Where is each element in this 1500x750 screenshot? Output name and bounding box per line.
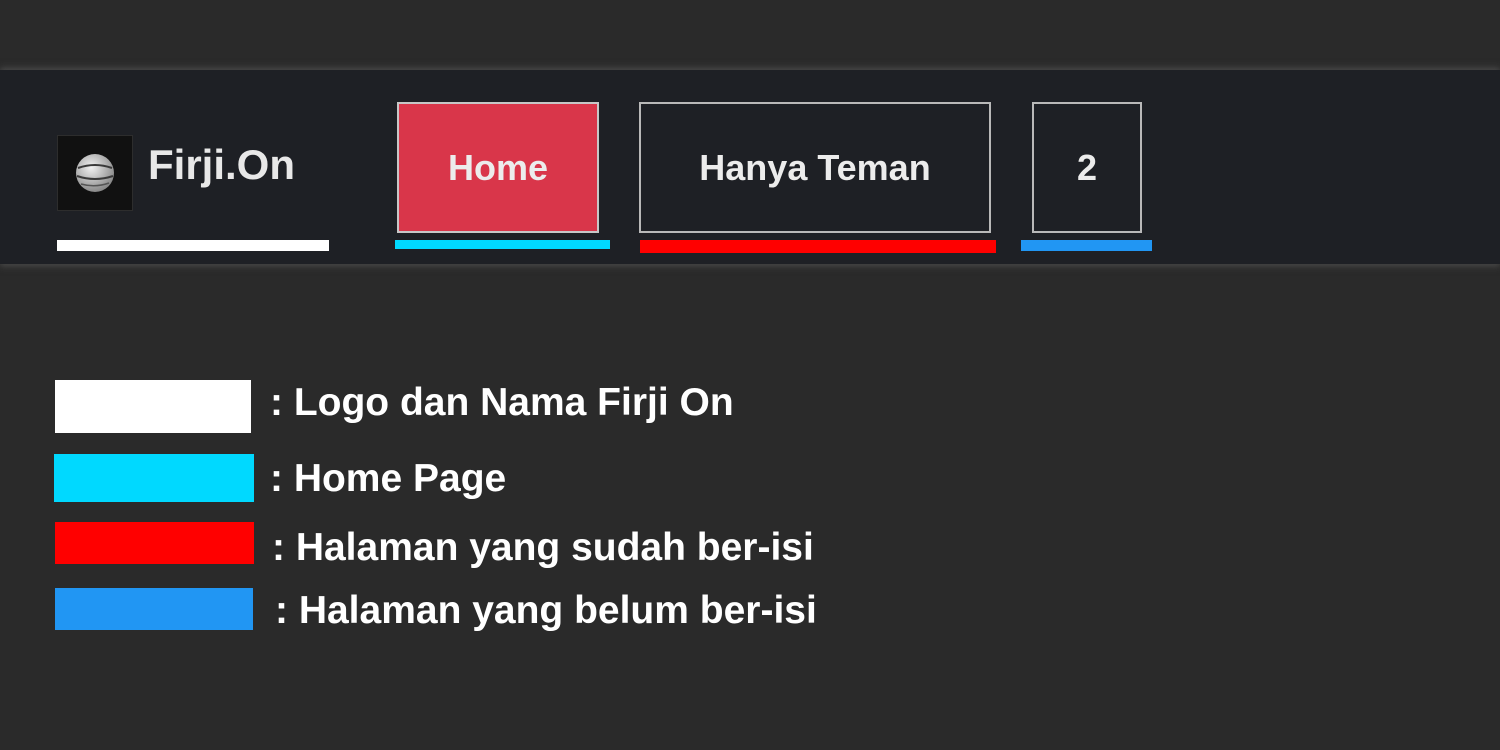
logo-marker-underline [57, 240, 329, 251]
nav-page-2-button[interactable]: 2 [1032, 102, 1142, 233]
nav-hanya-teman-button[interactable]: Hanya Teman [639, 102, 991, 233]
brand-name: Firji.On [148, 141, 295, 188]
legend-swatch-home [54, 454, 254, 502]
top-navbar: Firji.On Home Hanya Teman 2 [0, 70, 1500, 264]
legend-swatch-empty [55, 588, 253, 630]
legend-label-filled: : Halaman yang sudah ber-isi [272, 526, 814, 569]
legend-label-logo: : Logo dan Nama Firji On [270, 381, 734, 424]
empty-page-marker-underline [1021, 240, 1152, 251]
nav-home-button[interactable]: Home [397, 102, 599, 233]
filled-page-marker-underline [640, 240, 996, 253]
legend-label-home: : Home Page [270, 457, 507, 500]
brand[interactable]: Firji.On [57, 135, 295, 211]
legend-label-empty: : Halaman yang belum ber-isi [275, 589, 817, 632]
legend-swatch-logo [55, 380, 251, 433]
legend-swatch-filled [55, 522, 254, 564]
home-marker-underline [395, 240, 610, 249]
globe-icon [57, 135, 133, 211]
